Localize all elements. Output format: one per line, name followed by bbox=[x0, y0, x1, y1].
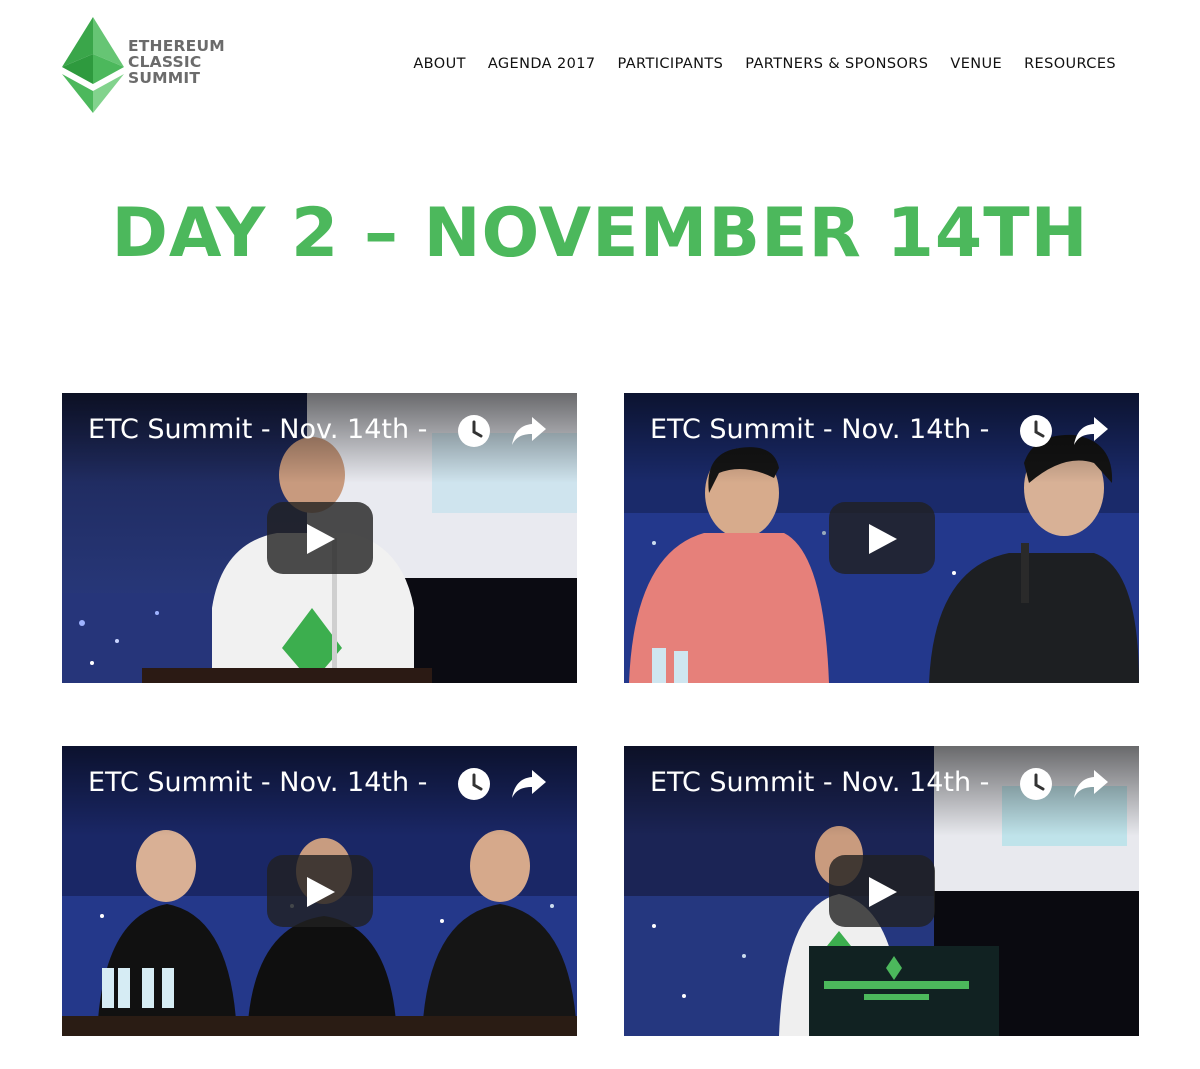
video-title[interactable]: ETC Summit - Nov. 14th - A... bbox=[650, 766, 995, 800]
share-arrow-icon[interactable] bbox=[1073, 415, 1109, 447]
site-logo[interactable]: ETHEREUM CLASSIC SUMMIT bbox=[62, 17, 225, 113]
main-nav: ABOUT AGENDA 2017 PARTICIPANTS PARTNERS … bbox=[391, 56, 1116, 72]
play-button[interactable] bbox=[829, 855, 935, 927]
video-player-4[interactable]: ETC Summit - Nov. 14th - A... bbox=[624, 746, 1139, 1036]
clock-icon[interactable] bbox=[457, 414, 491, 448]
nav-item-partners-sponsors[interactable]: PARTNERS & SPONSORS bbox=[745, 56, 928, 72]
nav-item-about[interactable]: ABOUT bbox=[413, 56, 466, 72]
play-button[interactable] bbox=[267, 502, 373, 574]
play-icon bbox=[307, 877, 335, 907]
page-title: DAY 2 – NOVEMBER 14TH bbox=[111, 194, 1089, 273]
clock-icon[interactable] bbox=[457, 767, 491, 801]
ethereum-diamond-icon bbox=[62, 17, 124, 113]
share-arrow-icon[interactable] bbox=[1073, 768, 1109, 800]
nav-item-agenda-2017[interactable]: AGENDA 2017 bbox=[488, 56, 596, 72]
share-arrow-icon[interactable] bbox=[511, 768, 547, 800]
video-player-1[interactable]: ETC Summit - Nov. 14th - ... bbox=[62, 393, 577, 683]
logo-line-2: CLASSIC bbox=[128, 53, 202, 71]
play-button[interactable] bbox=[829, 502, 935, 574]
clock-icon[interactable] bbox=[1019, 414, 1053, 448]
play-icon bbox=[869, 524, 897, 554]
logo-wordmark: ETHEREUM CLASSIC SUMMIT bbox=[128, 38, 225, 86]
play-icon bbox=[307, 524, 335, 554]
nav-item-participants[interactable]: PARTICIPANTS bbox=[618, 56, 724, 72]
video-title[interactable]: ETC Summit - Nov. 14th - ... bbox=[88, 413, 433, 447]
video-title[interactable]: ETC Summit - Nov. 14th - ... bbox=[650, 413, 995, 447]
play-button[interactable] bbox=[267, 855, 373, 927]
play-icon bbox=[869, 877, 897, 907]
site-header: ETHEREUM CLASSIC SUMMIT ABOUT AGENDA 201… bbox=[0, 0, 1200, 130]
video-title[interactable]: ETC Summit - Nov. 14th - A... bbox=[88, 766, 433, 800]
logo-line-1: ETHEREUM bbox=[128, 37, 225, 55]
nav-item-resources[interactable]: RESOURCES bbox=[1024, 56, 1116, 72]
video-player-3[interactable]: ETC Summit - Nov. 14th - A... bbox=[62, 746, 577, 1036]
clock-icon[interactable] bbox=[1019, 767, 1053, 801]
nav-item-venue[interactable]: VENUE bbox=[950, 56, 1002, 72]
video-player-2[interactable]: ETC Summit - Nov. 14th - ... bbox=[624, 393, 1139, 683]
logo-line-3: SUMMIT bbox=[128, 69, 201, 87]
share-arrow-icon[interactable] bbox=[511, 415, 547, 447]
